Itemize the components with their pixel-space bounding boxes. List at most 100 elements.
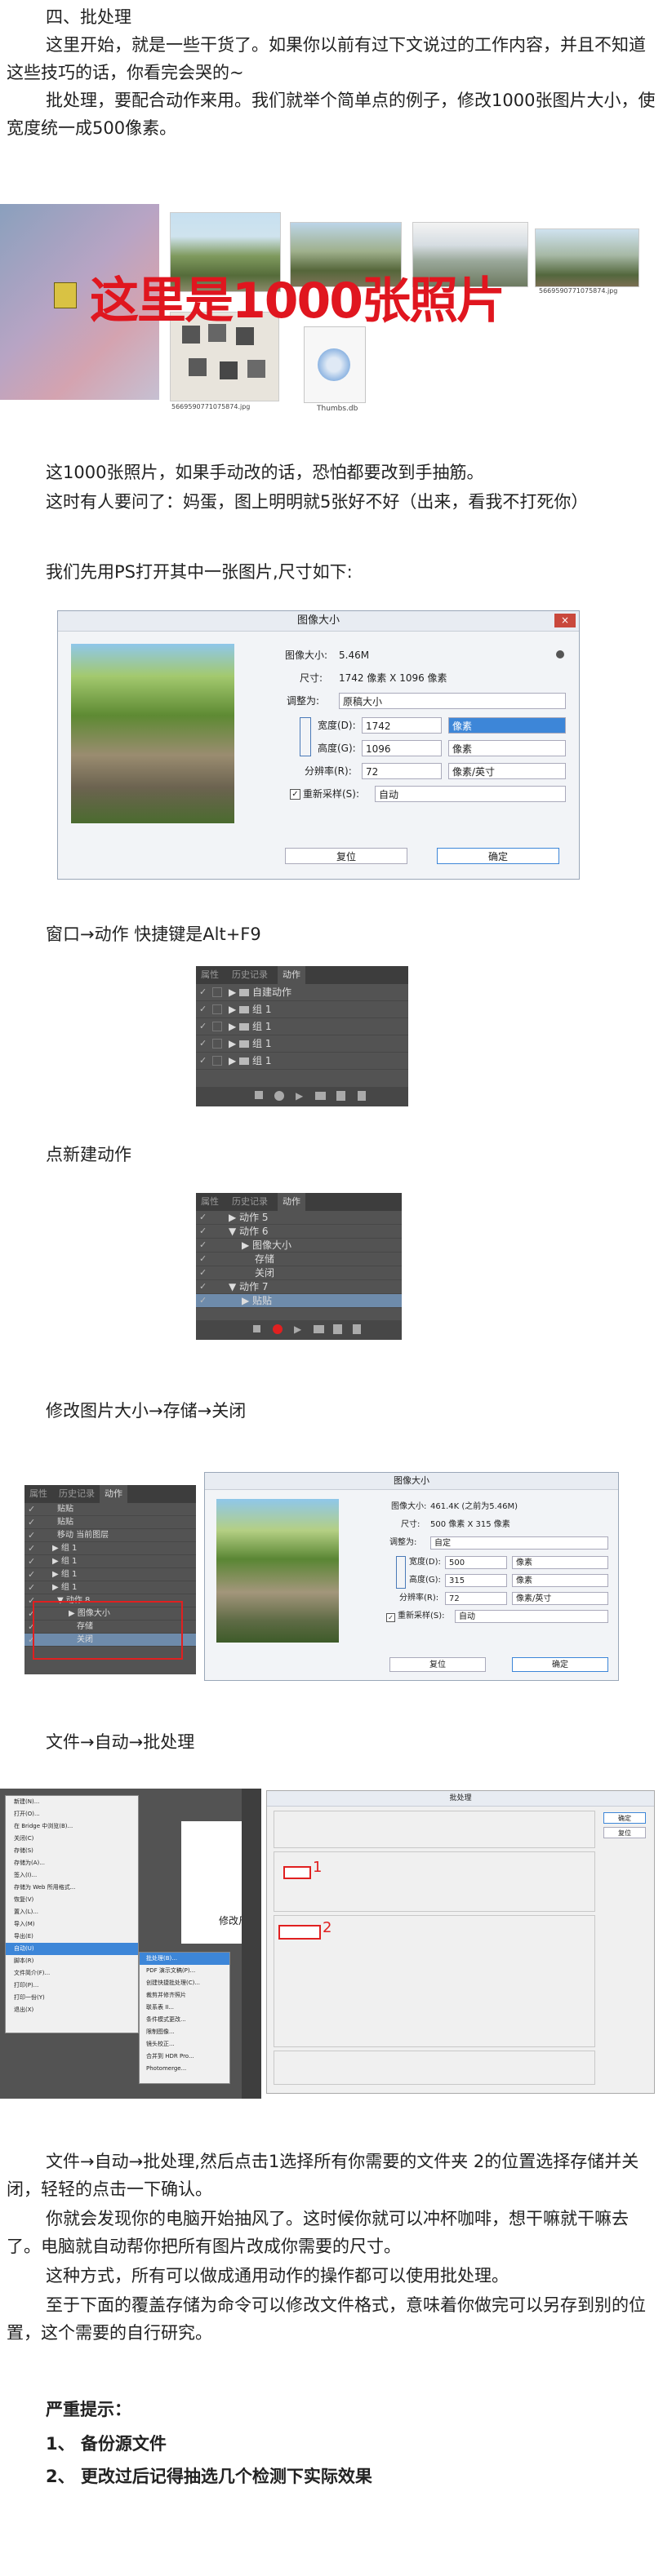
trash-icon[interactable] xyxy=(358,1091,366,1101)
record-icon[interactable] xyxy=(274,1091,284,1101)
menu-item[interactable]: 存储为 Web 所用格式... xyxy=(6,1882,138,1894)
ok-button[interactable]: 确定 xyxy=(512,1657,608,1672)
menu-item[interactable]: 恢复(V) xyxy=(6,1894,138,1906)
submenu-item[interactable]: 条件模式更改... xyxy=(140,2014,229,2026)
tab-history[interactable]: 历史记录 xyxy=(227,966,273,984)
action-row[interactable]: ✓ ▼ 动作 6 xyxy=(196,1225,402,1239)
height-input[interactable]: 1096 xyxy=(362,740,442,756)
destination-select[interactable] xyxy=(278,1925,321,1940)
action-set-row[interactable]: ✓ ▶ 组 1 xyxy=(24,1568,196,1581)
reset-button[interactable]: 复位 xyxy=(285,848,407,864)
new-action-icon[interactable] xyxy=(333,1324,342,1334)
tab-properties[interactable]: 属性 xyxy=(24,1485,52,1503)
height-unit-select[interactable]: 像素 xyxy=(512,1574,608,1587)
menu-item[interactable]: 导出(E) xyxy=(6,1931,138,1943)
submenu-item[interactable]: 裁剪并修齐照片 xyxy=(140,1989,229,2002)
menu-item[interactable]: 新建(N)... xyxy=(6,1796,138,1808)
tab-actions[interactable]: 动作 xyxy=(278,1193,305,1211)
stop-icon[interactable] xyxy=(253,1325,260,1332)
action-set-row[interactable]: ✓ ▶ 组 1 xyxy=(24,1581,196,1594)
width-unit-select[interactable]: 像素 xyxy=(448,717,566,734)
action-set-row[interactable]: ✓ ▶ 组 1 xyxy=(196,1001,408,1018)
marker-2: 2 xyxy=(323,1919,332,1936)
height-label: 高度(G): xyxy=(318,743,356,754)
submenu-item[interactable]: Photomerge... xyxy=(140,2063,229,2075)
play-icon[interactable]: ▶ xyxy=(294,1323,301,1335)
menu-item[interactable]: 在 Bridge 中浏览(B)... xyxy=(6,1820,138,1833)
step-row[interactable]: ✓ ▶ 图像大小 xyxy=(196,1239,402,1253)
fit-select[interactable]: 原稿大小 xyxy=(339,693,566,709)
height-unit-select[interactable]: 像素 xyxy=(448,740,566,756)
menu-item[interactable]: 脚本(R) xyxy=(6,1955,138,1967)
action-set-row[interactable]: ✓ ▶ 组 1 xyxy=(196,1018,408,1035)
trash-icon[interactable] xyxy=(353,1324,361,1334)
new-action-icon[interactable] xyxy=(336,1091,345,1101)
fit-select[interactable]: 自定 xyxy=(430,1536,608,1550)
action-set-row[interactable]: ✓ ▶ 组 1 xyxy=(196,1053,408,1070)
width-input[interactable]: 1742 xyxy=(362,717,442,734)
submenu-item[interactable]: 联系表 II... xyxy=(140,2002,229,2014)
step-row[interactable]: ✓ 存储 xyxy=(196,1253,402,1266)
menu-item[interactable]: 关闭(C) xyxy=(6,1833,138,1845)
width-input[interactable]: 500 xyxy=(445,1556,507,1569)
action-row[interactable]: ✓ ▶ 动作 5 xyxy=(196,1211,402,1225)
tab-properties[interactable]: 属性 xyxy=(196,1193,224,1211)
action-set-row[interactable]: ✓ ▶ 组 1 xyxy=(196,1035,408,1053)
link-icon[interactable] xyxy=(396,1556,406,1589)
action-set-row[interactable]: ✓ ▶ 组 1 xyxy=(24,1555,196,1568)
resample-checkbox[interactable]: ✓ xyxy=(386,1613,395,1622)
step-row[interactable]: ✓ 关闭 xyxy=(196,1266,402,1280)
resolution-input[interactable]: 72 xyxy=(445,1592,507,1605)
new-set-icon[interactable] xyxy=(315,1092,326,1100)
tab-actions[interactable]: 动作 xyxy=(278,966,305,984)
submenu-item[interactable]: 限制图像... xyxy=(140,2026,229,2038)
choose-source-button[interactable] xyxy=(283,1866,311,1879)
menu-item[interactable]: 打开(O)... xyxy=(6,1808,138,1820)
resample-select[interactable]: 自动 xyxy=(455,1610,608,1623)
step-row-selected[interactable]: ✓ ▶ 贴贴 xyxy=(196,1294,402,1308)
submenu-item[interactable]: 创建快捷批处理(C)... xyxy=(140,1977,229,1989)
resolution-unit-select[interactable]: 像素/英寸 xyxy=(448,763,566,779)
step-row[interactable]: ✓ 贴贴 xyxy=(24,1503,196,1516)
resample-select[interactable]: 自动 xyxy=(375,786,566,802)
menu-item[interactable]: 签入(I)... xyxy=(6,1869,138,1882)
menu-item-automate[interactable]: 自动(U) xyxy=(6,1943,138,1955)
submenu-item[interactable]: 合并到 HDR Pro... xyxy=(140,2051,229,2063)
menu-item[interactable]: 打印一份(Y) xyxy=(6,1992,138,2004)
resolution-input[interactable]: 72 xyxy=(362,763,442,779)
close-button[interactable]: × xyxy=(554,614,576,627)
settings-icon[interactable] xyxy=(556,650,564,658)
tab-properties[interactable]: 属性 xyxy=(196,966,224,984)
menu-item[interactable]: 存储为(A)... xyxy=(6,1857,138,1869)
menu-item[interactable]: 文件简介(F)... xyxy=(6,1967,138,1980)
submenu-item[interactable]: PDF 演示文稿(P)... xyxy=(140,1965,229,1977)
ok-button[interactable]: 确定 xyxy=(603,1812,646,1824)
menu-item[interactable]: 导入(M) xyxy=(6,1918,138,1931)
stop-icon[interactable] xyxy=(255,1091,263,1099)
reset-button[interactable]: 复位 xyxy=(389,1657,486,1672)
tab-history[interactable]: 历史记录 xyxy=(227,1193,273,1211)
action-row[interactable]: ✓ ▼ 动作 7 xyxy=(196,1280,402,1294)
width-unit-select[interactable]: 像素 xyxy=(512,1556,608,1569)
new-set-icon[interactable] xyxy=(314,1325,324,1333)
play-icon[interactable]: ▶ xyxy=(296,1090,303,1102)
tab-actions[interactable]: 动作 xyxy=(100,1485,127,1503)
menu-item[interactable]: 存储(S) xyxy=(6,1845,138,1857)
link-icon[interactable] xyxy=(300,717,311,756)
step-row[interactable]: ✓ 移动 当前图层 xyxy=(24,1529,196,1542)
resample-checkbox[interactable]: ✓ xyxy=(290,789,300,800)
tab-history[interactable]: 历史记录 xyxy=(54,1485,100,1503)
action-set-row[interactable]: ✓ ▶ 自建动作 xyxy=(196,984,408,1001)
record-icon[interactable] xyxy=(273,1324,283,1334)
step-row[interactable]: ✓ 贴贴 xyxy=(24,1516,196,1529)
menu-item[interactable]: 打印(P)... xyxy=(6,1980,138,1992)
submenu-item[interactable]: 镜头校正... xyxy=(140,2038,229,2051)
submenu-item-batch[interactable]: 批处理(B)... xyxy=(140,1953,229,1965)
ok-button[interactable]: 确定 xyxy=(437,848,559,864)
action-set-row[interactable]: ✓ ▶ 组 1 xyxy=(24,1542,196,1555)
height-input[interactable]: 315 xyxy=(445,1574,507,1587)
cancel-button[interactable]: 复位 xyxy=(603,1827,646,1838)
menu-item[interactable]: 置入(L)... xyxy=(6,1906,138,1918)
menu-item[interactable]: 退出(X) xyxy=(6,2004,138,2016)
resolution-unit-select[interactable]: 像素/英寸 xyxy=(512,1592,608,1605)
